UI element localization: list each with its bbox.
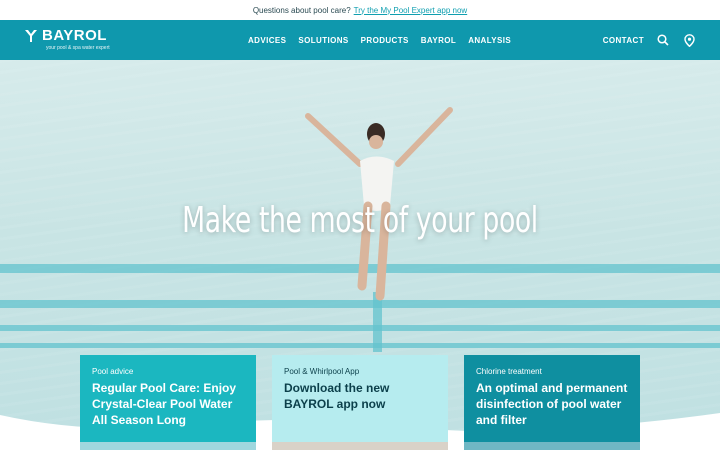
main-menu: ADVICES SOLUTIONS PRODUCTS BAYROL ANALYS…	[248, 20, 511, 60]
pool-lane-line	[0, 325, 720, 331]
menu-item-advices[interactable]: ADVICES	[248, 36, 286, 45]
card-title: Download the new BAYROL app now	[284, 381, 390, 411]
location-pin-icon[interactable]	[682, 33, 696, 47]
my-pool-expert-link[interactable]: Try the My Pool Expert app now	[354, 6, 468, 15]
menu-item-bayrol[interactable]: BAYROL	[421, 36, 456, 45]
card-chlorine-treatment[interactable]: Chlorine treatment An optimal and perman…	[464, 355, 640, 450]
card-pool-advice[interactable]: Pool advice Regular Pool Care: Enjoy Cry…	[80, 355, 256, 450]
bayrol-logo[interactable]: BAYROL your pool & spa water expert	[24, 27, 110, 51]
menu-item-solutions[interactable]: SOLUTIONS	[298, 36, 348, 45]
card-image	[464, 442, 640, 450]
notice-text: Questions about pool care?	[252, 5, 351, 15]
card-image	[80, 442, 256, 450]
bayrol-logo-mark-icon	[25, 29, 37, 42]
search-icon[interactable]	[656, 33, 670, 47]
card-title: An optimal and permanent disinfection of…	[476, 381, 628, 427]
top-notice-bar: Questions about pool care? Try the My Po…	[0, 0, 720, 20]
main-navigation: BAYROL your pool & spa water expert ADVI…	[0, 20, 720, 60]
pool-lane-line	[0, 343, 720, 348]
card-title: Regular Pool Care: Enjoy Crystal-Clear P…	[92, 381, 237, 427]
nav-right-actions: CONTACT	[603, 20, 696, 60]
card-category: Chlorine treatment	[476, 367, 542, 376]
hero-title: Make the most of your pool	[182, 200, 538, 241]
card-category: Pool & Whirlpool App	[284, 367, 360, 376]
card-category: Pool advice	[92, 367, 134, 376]
card-app-download[interactable]: Pool & Whirlpool App Download the new BA…	[272, 355, 448, 450]
menu-item-analysis[interactable]: ANALYSIS	[468, 36, 511, 45]
brand-name: BAYROL	[42, 27, 107, 44]
menu-item-products[interactable]: PRODUCTS	[361, 36, 409, 45]
contact-link[interactable]: CONTACT	[603, 36, 644, 45]
card-image	[272, 442, 448, 450]
brand-tagline: your pool & spa water expert	[46, 45, 110, 51]
